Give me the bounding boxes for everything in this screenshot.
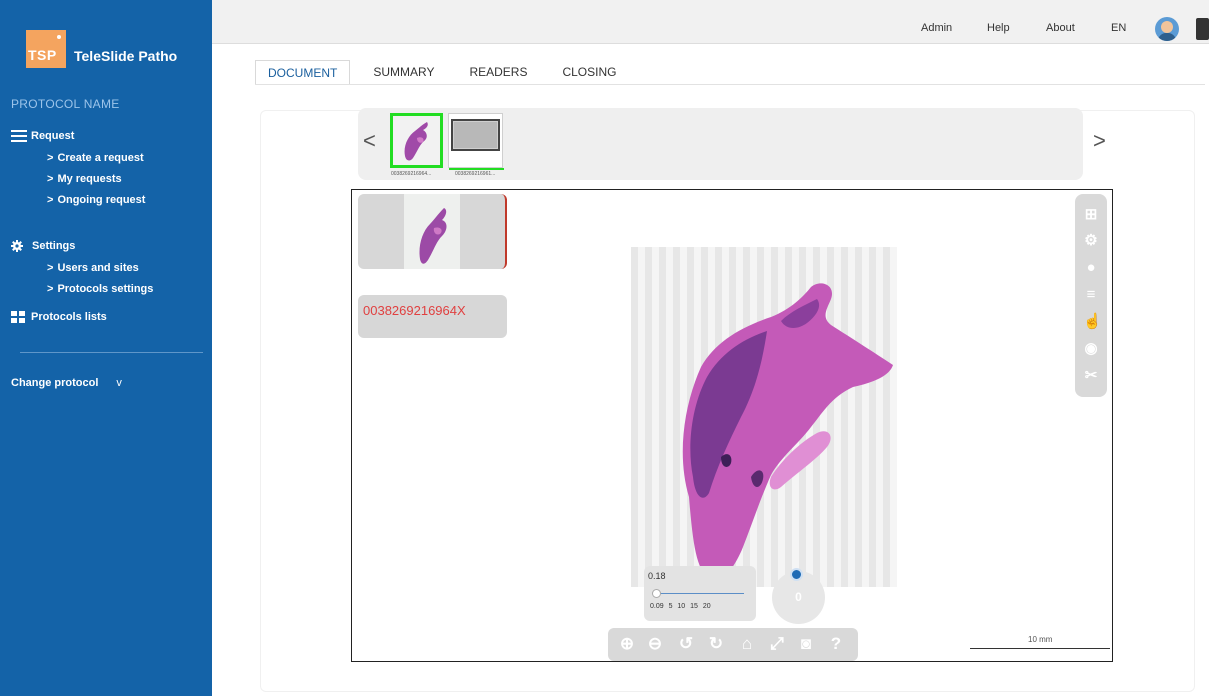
tab-bar: DOCUMENT SUMMARY READERS CLOSING	[255, 60, 639, 85]
rotation-handle[interactable]	[790, 568, 803, 581]
sidebar-item-ongoing-request[interactable]: > Ongoing request	[47, 194, 145, 206]
sidebar-item-label: Create a request	[57, 152, 144, 164]
overview-minimap[interactable]	[358, 194, 507, 269]
chevron-right-icon: >	[47, 152, 54, 164]
slide-barcode: 0038269216964X	[363, 303, 466, 318]
thumbnail-label: 0038269216961...	[455, 171, 496, 177]
zoom-in-icon[interactable]: ⊕	[617, 634, 637, 654]
zoom-slider-handle[interactable]	[652, 589, 661, 598]
sidebar-item-protocols-settings[interactable]: > Protocols settings	[47, 283, 153, 295]
logo-text: TSP	[28, 47, 57, 63]
comment-icon[interactable]: ●	[1083, 260, 1099, 276]
sidebar-item-label: Users and sites	[57, 262, 139, 274]
sidebar-item-protocols-lists[interactable]: Protocols lists	[11, 311, 107, 323]
sidebar-item-label: My requests	[57, 173, 122, 185]
tsp-logo: TSP	[26, 30, 66, 68]
slide-label-thumbnail-image	[449, 114, 502, 167]
sliders-icon[interactable]: ≡	[1083, 287, 1099, 303]
tissue-thumbnail-image	[393, 116, 440, 165]
gear-icon	[11, 240, 23, 252]
tools-icon[interactable]: ✂	[1083, 368, 1099, 384]
protocol-name: PROTOCOL NAME	[11, 97, 120, 111]
tab-divider	[255, 84, 1205, 85]
admin-link[interactable]: Admin	[921, 22, 952, 34]
tab-summary[interactable]: SUMMARY	[361, 60, 446, 85]
sidebar-item-my-requests[interactable]: > My requests	[47, 173, 122, 185]
chevron-down-icon: v	[116, 377, 122, 389]
slide-thumbnail-selected[interactable]	[390, 113, 443, 168]
app-name: TeleSlide Patho	[74, 48, 178, 64]
scale-label: 10 mm	[1028, 635, 1053, 644]
change-protocol-dropdown[interactable]: Change protocol v	[11, 377, 122, 389]
carousel-next-button[interactable]: >	[1093, 128, 1106, 154]
settings-cogs-icon[interactable]: ⚙	[1083, 233, 1099, 249]
chevron-right-icon: >	[47, 173, 54, 185]
sidebar-item-label: Request	[31, 130, 75, 142]
help-icon[interactable]: ?	[826, 634, 846, 654]
language-selector[interactable]: EN	[1111, 22, 1126, 34]
change-protocol-label: Change protocol	[11, 377, 99, 389]
sidebar-item-label: Settings	[32, 240, 76, 252]
carousel-prev-button[interactable]: <	[363, 128, 376, 154]
camera-icon[interactable]: ◙	[796, 634, 816, 654]
slide-thumbnail[interactable]	[448, 113, 504, 170]
tab-document[interactable]: DOCUMENT	[255, 60, 351, 85]
thumbnail-label: 0038269216964...	[391, 171, 432, 177]
zoom-slider[interactable]	[654, 593, 744, 594]
zoom-tick-labels: 0.09 5 10 15 20	[650, 603, 711, 610]
about-link[interactable]: About	[1046, 22, 1075, 34]
rotate-left-icon[interactable]: ↺	[676, 634, 696, 654]
home-icon[interactable]: ⌂	[737, 634, 757, 654]
sidebar-item-users-and-sites[interactable]: > Users and sites	[47, 262, 139, 274]
tab-closing[interactable]: CLOSING	[550, 60, 628, 85]
menu-icon	[11, 130, 27, 142]
user-avatar[interactable]	[1155, 17, 1179, 41]
sidebar-item-label: Protocols lists	[31, 311, 107, 323]
chevron-right-icon: >	[47, 283, 54, 295]
rotation-value: 0	[795, 590, 802, 604]
pointer-hand-icon[interactable]: ☝	[1083, 314, 1102, 330]
grid-icon	[11, 311, 25, 323]
sidebar-item-settings[interactable]: Settings	[11, 240, 75, 252]
scale-bar	[970, 648, 1110, 649]
fullscreen-icon[interactable]: ⤢	[767, 634, 787, 654]
grid-icon[interactable]: ⊞	[1083, 207, 1099, 223]
minimap-tissue-image	[419, 208, 447, 264]
sidebar: TSP TeleSlide Patho PROTOCOL NAME Reques…	[0, 0, 212, 696]
help-link[interactable]: Help	[987, 22, 1010, 34]
sidebar-item-label: Protocols settings	[57, 283, 154, 295]
app-icon[interactable]	[1196, 18, 1209, 40]
brand[interactable]: TSP TeleSlide Patho	[26, 30, 177, 68]
sidebar-divider	[20, 352, 203, 353]
zoom-out-icon[interactable]: ⊖	[645, 634, 665, 654]
tissue-image	[682, 283, 893, 580]
zoom-level: 0.18	[648, 571, 666, 581]
eye-icon[interactable]: ◉	[1083, 341, 1099, 357]
chevron-right-icon: >	[47, 262, 54, 274]
sidebar-item-label: Ongoing request	[57, 194, 146, 206]
rotate-right-icon[interactable]: ↻	[706, 634, 726, 654]
tab-readers[interactable]: READERS	[457, 60, 539, 85]
sidebar-item-create-request[interactable]: > Create a request	[47, 152, 144, 164]
chevron-right-icon: >	[47, 194, 54, 206]
sidebar-item-request[interactable]: Request	[11, 130, 74, 142]
